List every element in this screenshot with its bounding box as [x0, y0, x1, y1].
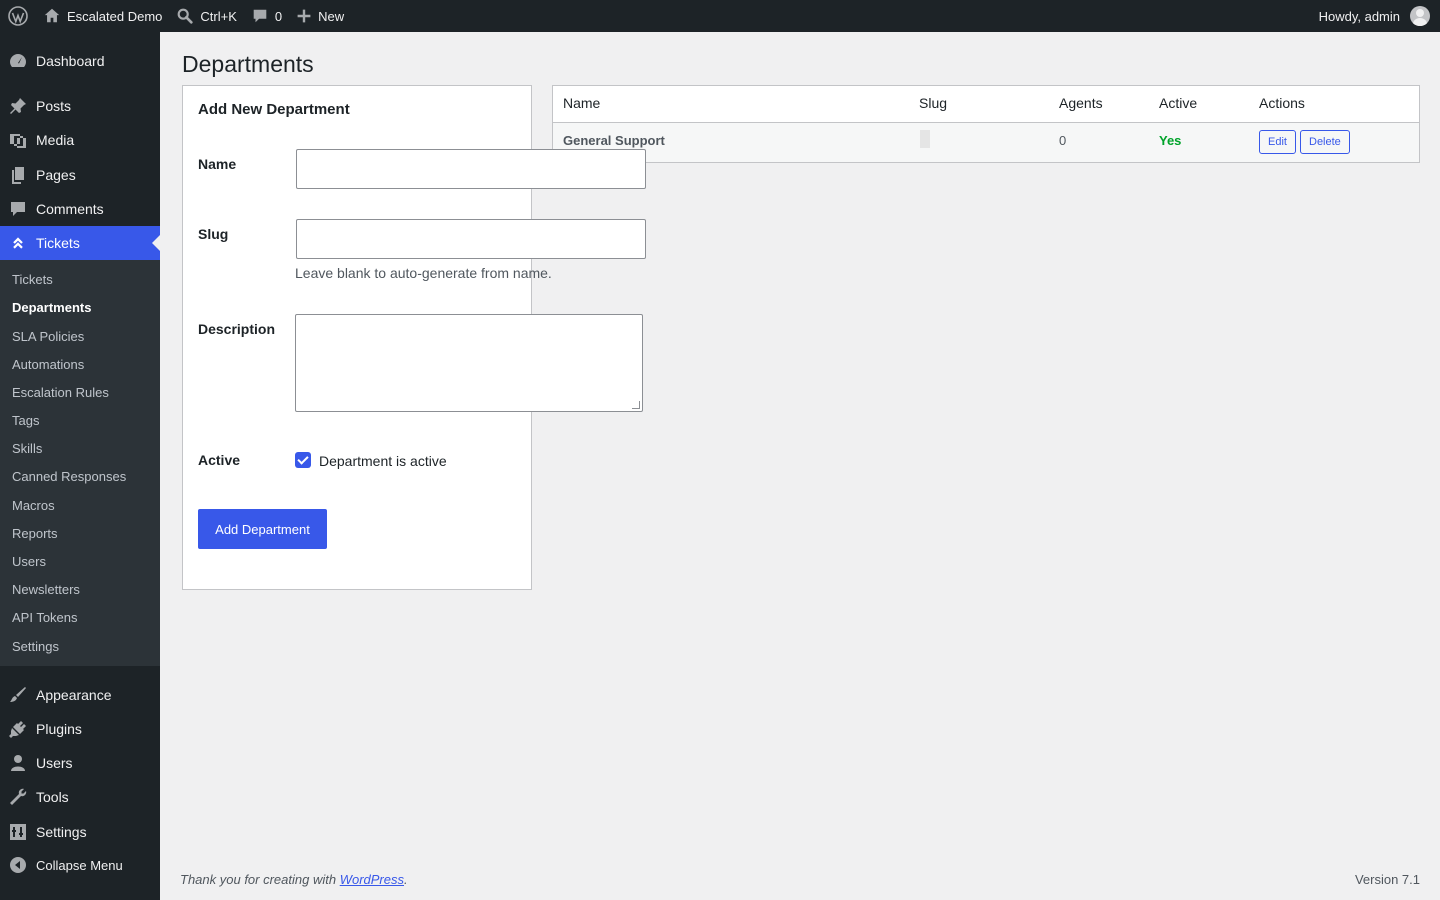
footer-thanks-text: Thank you for creating with: [180, 872, 340, 887]
submenu-macros[interactable]: Macros: [12, 498, 55, 513]
name-label: Name: [198, 156, 237, 172]
edit-button[interactable]: Edit: [1259, 130, 1296, 154]
tickets-submenu: Tickets Departments SLA Policies Automat…: [0, 260, 160, 666]
submenu-sla-policies[interactable]: SLA Policies: [12, 329, 84, 344]
dashboard-icon: [10, 54, 26, 67]
footer-suffix: .: [404, 872, 408, 887]
collapse-icon: [0, 857, 36, 873]
menu-comments-label: Comments: [36, 201, 104, 217]
avatar: [1410, 6, 1430, 26]
command-search-button[interactable]: Ctrl+K: [169, 0, 243, 32]
column-header-active[interactable]: Active: [1159, 95, 1197, 111]
add-department-button[interactable]: Add Department: [198, 509, 327, 549]
page-title: Departments: [182, 51, 314, 77]
menu-plugins-label: Plugins: [36, 721, 82, 737]
menu-pages[interactable]: Pages: [0, 158, 160, 192]
submenu-skills[interactable]: Skills: [12, 441, 42, 456]
comments-count: 0: [274, 8, 283, 24]
cell-agents: 0: [1059, 133, 1067, 148]
settings-icon: [10, 824, 26, 840]
menu-users-label: Users: [36, 755, 73, 771]
collapse-menu-button[interactable]: Collapse Menu: [0, 852, 160, 878]
plugin-icon: [9, 721, 26, 738]
my-account-link[interactable]: Howdy, admin: [1312, 0, 1440, 32]
cell-department-name: General Support: [563, 133, 665, 148]
admin-bar: Escalated Demo Ctrl+K 0 New Howdy, admin: [0, 0, 1440, 32]
menu-posts-label: Posts: [36, 98, 72, 114]
user-icon: [11, 755, 25, 771]
menu-comments[interactable]: Comments: [0, 192, 160, 226]
cell-active-status: Yes: [1159, 133, 1182, 148]
submenu-reports[interactable]: Reports: [12, 526, 58, 541]
menu-media[interactable]: Media: [0, 123, 160, 157]
menu-dashboard-label: Dashboard: [36, 53, 105, 69]
site-name-link[interactable]: Escalated Demo: [36, 0, 169, 32]
form-heading: Add New Department: [198, 101, 350, 118]
cell-slug: [920, 130, 930, 148]
search-shortcut: Ctrl+K: [200, 8, 237, 24]
column-header-name[interactable]: Name: [563, 95, 600, 111]
description-textarea[interactable]: [295, 314, 643, 412]
menu-plugins[interactable]: Plugins: [0, 712, 160, 746]
menu-tools-label: Tools: [36, 789, 69, 805]
wordpress-link[interactable]: WordPress: [340, 872, 404, 887]
collapse-menu-label: Collapse Menu: [36, 857, 123, 873]
menu-pages-label: Pages: [36, 167, 76, 183]
menu-settings[interactable]: Settings: [0, 815, 160, 849]
howdy-text: Howdy, admin: [1318, 8, 1400, 24]
submenu-automations[interactable]: Automations: [12, 357, 84, 372]
delete-button[interactable]: Delete: [1300, 130, 1350, 154]
footer-thanks: Thank you for creating with WordPress.: [180, 872, 408, 887]
active-checkbox[interactable]: [295, 452, 311, 468]
slug-label: Slug: [198, 226, 229, 242]
wrench-icon: [10, 788, 27, 805]
menu-users[interactable]: Users: [0, 746, 160, 780]
comments-link[interactable]: 0: [244, 0, 289, 32]
submenu-newsletters[interactable]: Newsletters: [12, 582, 80, 597]
submenu-escalation-rules[interactable]: Escalation Rules: [12, 385, 109, 400]
submenu-canned-responses[interactable]: Canned Responses: [12, 469, 126, 484]
media-icon: [10, 134, 26, 148]
submenu-users[interactable]: Users: [12, 554, 46, 569]
pushpin-icon: [10, 98, 26, 114]
submenu-api-tokens[interactable]: API Tokens: [12, 610, 78, 625]
menu-dashboard[interactable]: Dashboard: [0, 44, 160, 78]
paintbrush-icon: [10, 687, 26, 702]
description-label: Description: [198, 321, 276, 337]
menu-appearance[interactable]: Appearance: [0, 678, 160, 712]
submenu-tags[interactable]: Tags: [12, 413, 39, 428]
submenu-departments[interactable]: Departments: [12, 300, 91, 315]
new-content-link[interactable]: New: [289, 0, 351, 32]
menu-tools[interactable]: Tools: [0, 780, 160, 814]
menu-tickets-label: Tickets: [36, 235, 80, 251]
new-label: New: [318, 8, 345, 24]
menu-tickets[interactable]: Tickets: [0, 226, 160, 260]
wordpress-logo-icon[interactable]: [0, 0, 36, 32]
active-checkbox-label[interactable]: Department is active: [319, 453, 447, 469]
escalate-icon: [13, 237, 23, 249]
comment-icon: [253, 9, 267, 23]
submenu-settings[interactable]: Settings: [12, 639, 59, 654]
menu-media-label: Media: [36, 132, 75, 148]
slug-input[interactable]: [296, 219, 646, 259]
pages-icon: [12, 167, 24, 184]
submenu-tickets[interactable]: Tickets: [12, 272, 53, 287]
footer-version: Version 7.1: [1354, 872, 1420, 887]
column-header-actions: Actions: [1259, 95, 1305, 111]
site-name: Escalated Demo: [67, 8, 163, 24]
search-icon: [178, 8, 194, 24]
menu-appearance-label: Appearance: [36, 687, 112, 703]
slug-help-text: Leave blank to auto-generate from name.: [295, 265, 552, 281]
comments-icon: [11, 202, 25, 216]
active-label: Active: [198, 452, 241, 468]
admin-menu: Dashboard Posts Media Pages Comments Tic…: [0, 32, 160, 900]
column-header-slug[interactable]: Slug: [919, 95, 947, 111]
column-header-agents[interactable]: Agents: [1059, 95, 1103, 111]
home-icon: [44, 8, 60, 23]
menu-posts[interactable]: Posts: [0, 89, 160, 123]
name-input[interactable]: [296, 149, 646, 189]
plus-icon: [297, 9, 311, 23]
menu-settings-label: Settings: [36, 824, 87, 840]
